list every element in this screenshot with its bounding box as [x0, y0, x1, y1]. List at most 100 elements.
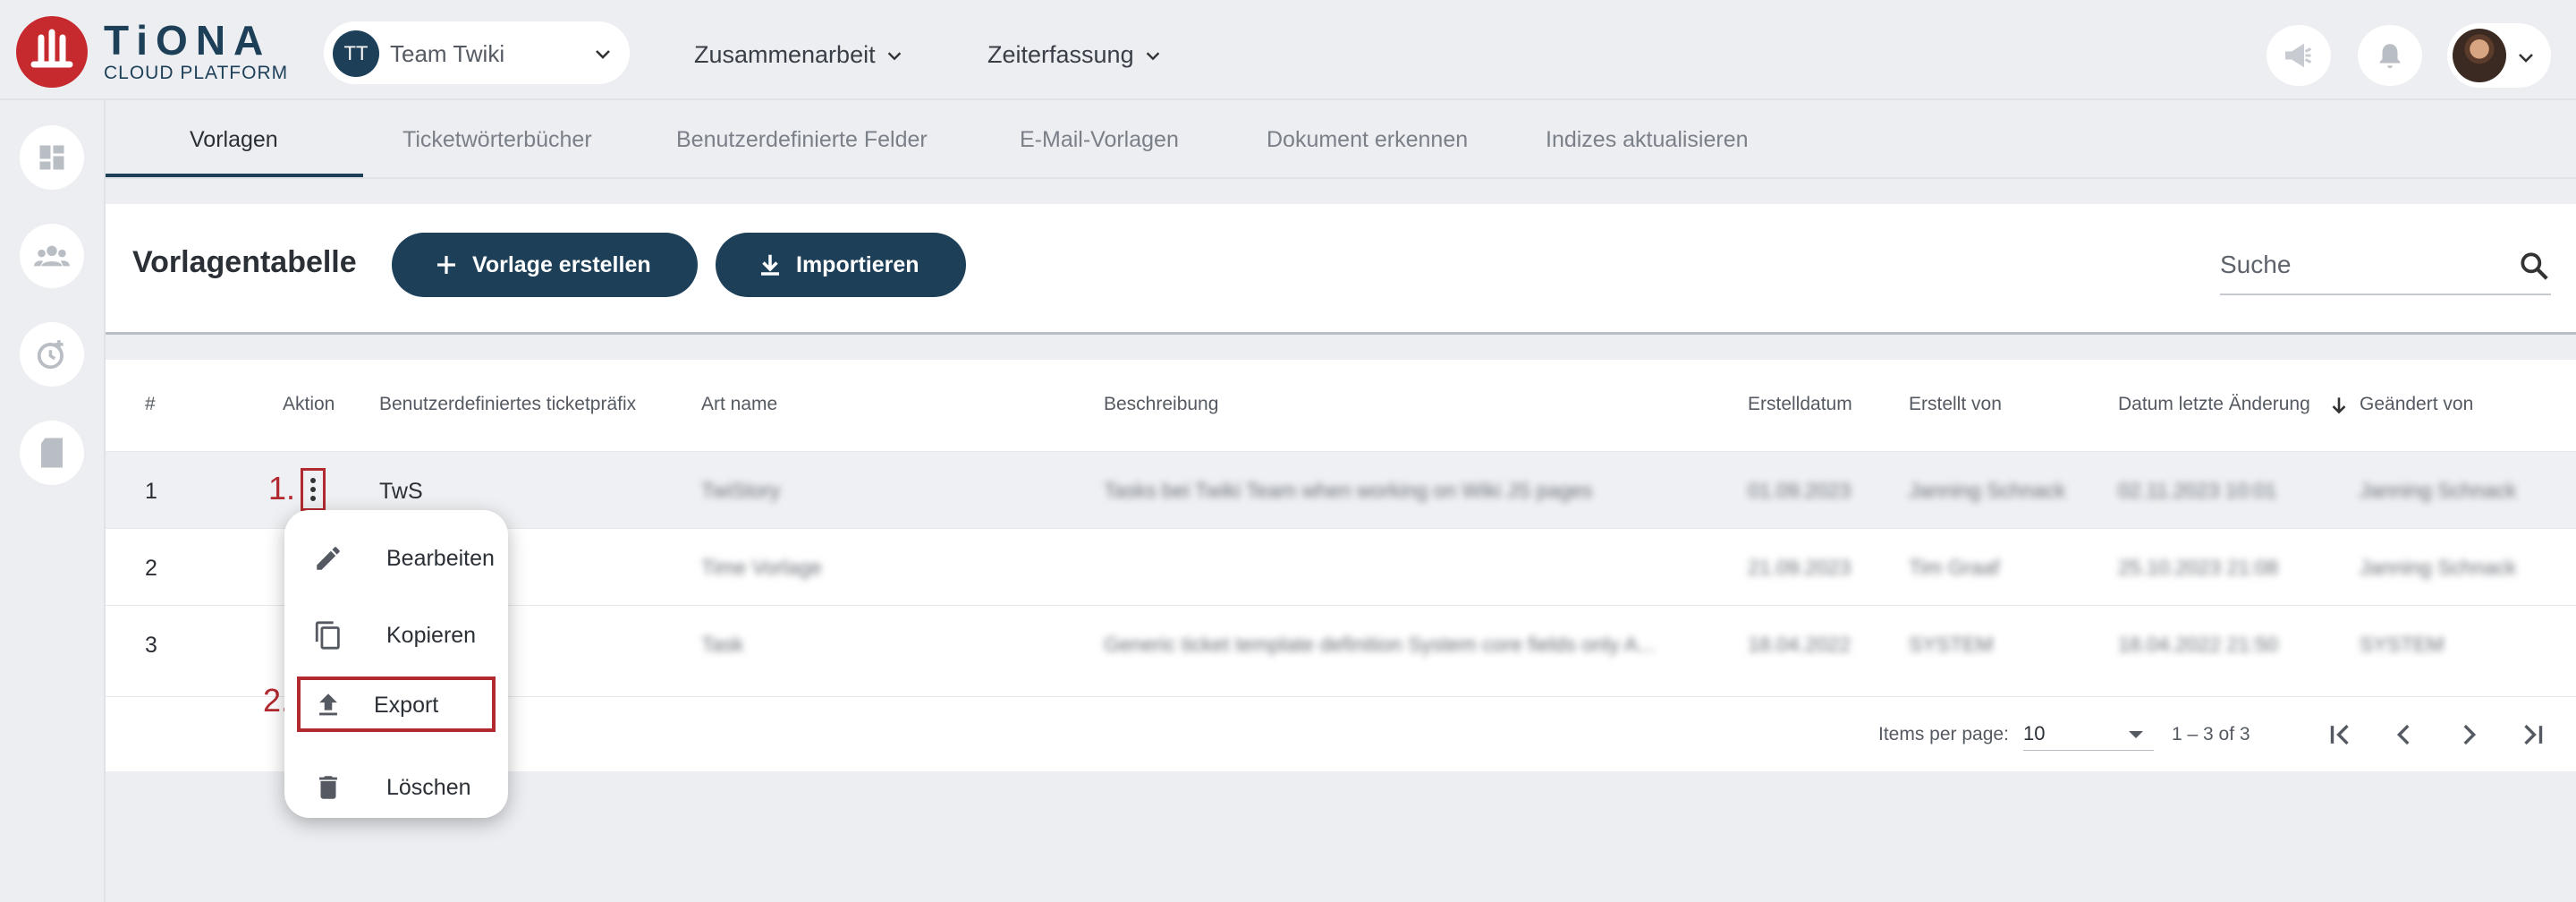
chevron-right-icon	[2463, 724, 2477, 745]
row-modified-date: 02.11.2023 10:01	[2118, 479, 2277, 502]
row-number: 2	[145, 556, 157, 581]
active-tab-indicator	[106, 174, 363, 177]
brand-name: TiONA	[104, 17, 272, 64]
tab-benutzerdefinierte-felder[interactable]: Benutzerdefinierte Felder	[676, 127, 928, 153]
search-input[interactable]	[2220, 251, 2488, 279]
sort-descending-icon[interactable]	[2327, 394, 2351, 417]
download-icon	[761, 254, 779, 276]
chevron-down-icon	[1146, 51, 1159, 60]
menu-item-label: Export	[374, 693, 439, 718]
column-header[interactable]: Beschreibung	[1104, 394, 1218, 415]
row-created-date: 21.09.2023	[1748, 556, 1852, 579]
row-modified-date: 18.04.2022 21:50	[2118, 633, 2279, 656]
rail-people-button[interactable]	[20, 224, 84, 288]
rail-dashboard-button[interactable]	[20, 125, 84, 190]
dropdown-arrow-icon	[2129, 731, 2143, 738]
document-icon	[41, 438, 63, 468]
chevron-down-icon	[596, 50, 610, 59]
last-page-icon	[2524, 724, 2543, 745]
nav-zeiterfassung[interactable]: Zeiterfassung	[987, 41, 1163, 69]
top-header: TiONA CLOUD PLATFORM TT Team Twiki Zusam…	[0, 4, 2576, 100]
team-avatar: TT	[333, 30, 379, 77]
search-box	[2220, 243, 2551, 295]
column-header[interactable]: Geändert von	[2360, 394, 2473, 415]
search-icon[interactable]	[2517, 249, 2551, 283]
notifications-button[interactable]	[2358, 25, 2422, 86]
column-header[interactable]: Datum letzte Änderung	[2118, 394, 2310, 415]
nav-label: Zeiterfassung	[987, 41, 1134, 68]
announcements-button[interactable]	[2267, 25, 2331, 86]
previous-page-button[interactable]	[2385, 715, 2424, 754]
menu-item-label: Löschen	[386, 775, 471, 800]
items-per-page-value: 10	[2023, 722, 2046, 745]
column-header[interactable]: Erstellt von	[1909, 394, 2002, 415]
items-per-page-select[interactable]: 10	[2023, 717, 2154, 751]
row-created-by: SYSTEM	[1909, 633, 1994, 656]
menu-item-delete[interactable]: Löschen	[297, 759, 496, 814]
plus-icon	[437, 256, 455, 274]
row-description: Generic ticket template definition Syste…	[1104, 633, 1656, 656]
pencil-icon	[317, 547, 340, 570]
column-header[interactable]: Benutzerdefiniertes ticketpräfix	[379, 394, 636, 415]
user-avatar	[2453, 29, 2506, 82]
team-selector[interactable]: TT Team Twiki	[324, 21, 630, 84]
more-vertical-icon	[310, 478, 316, 483]
row-number: 3	[145, 633, 157, 658]
column-header: #	[145, 394, 156, 414]
more-vertical-icon	[310, 487, 316, 492]
row-created-by: Tim Graaf	[1909, 556, 2000, 579]
timer-icon	[37, 340, 64, 370]
nav-zusammenarbeit[interactable]: Zusammenarbeit	[694, 41, 904, 69]
create-template-button[interactable]: Vorlage erstellen	[392, 233, 698, 297]
row-art-name: Time Vorlage	[701, 556, 822, 579]
row-modified-date: 25.10.2023 21:08	[2118, 556, 2279, 579]
annotation-step-1: 1.	[268, 470, 296, 506]
copy-icon	[315, 621, 340, 650]
table-toolbar: Vorlagentabelle Vorlage erstellen Import…	[106, 204, 2576, 335]
left-rail	[0, 100, 106, 902]
tiona-logo-icon[interactable]	[16, 16, 88, 88]
column-header: Aktion	[283, 394, 335, 414]
tab-indizes-aktualisieren[interactable]: Indizes aktualisieren	[1546, 127, 1749, 153]
row-created-by: Janning Schnack	[1909, 479, 2066, 502]
chevron-left-icon	[2396, 724, 2410, 745]
import-label: Importieren	[796, 251, 919, 277]
menu-item-edit[interactable]: Bearbeiten	[297, 530, 496, 585]
menu-item-label: Bearbeiten	[386, 546, 495, 571]
rail-document-button[interactable]	[20, 421, 84, 485]
row-prefix: TwS	[379, 479, 423, 504]
row-modified-by: Janning Schnack	[2360, 479, 2517, 502]
tab-ticketwoerterbuecher[interactable]: Ticketwörterbücher	[402, 127, 592, 153]
user-menu[interactable]	[2447, 23, 2551, 88]
rail-timer-button[interactable]	[20, 322, 84, 387]
next-page-button[interactable]	[2449, 715, 2488, 754]
column-header[interactable]: Erstelldatum	[1748, 394, 1852, 415]
row-art-name: Task	[701, 633, 744, 656]
menu-item-export[interactable]: Export	[297, 676, 496, 732]
column-header[interactable]: Art name	[701, 394, 777, 415]
row-context-menu: Bearbeiten Kopieren Export Löschen	[284, 510, 508, 818]
last-page-button[interactable]	[2513, 715, 2553, 754]
row-created-date: 18.04.2022	[1748, 633, 1852, 656]
upload-icon	[319, 694, 337, 716]
first-page-button[interactable]	[2320, 715, 2360, 754]
tab-bar: Vorlagen Ticketwörterbücher Benutzerdefi…	[106, 100, 2576, 179]
import-button[interactable]: Importieren	[716, 233, 966, 297]
menu-item-label: Kopieren	[386, 623, 477, 648]
first-page-icon	[2330, 724, 2349, 745]
page-title: Vorlagentabelle	[132, 245, 357, 279]
row-action-menu-button[interactable]	[301, 468, 326, 511]
brand-subtitle: CLOUD PLATFORM	[104, 63, 289, 83]
more-vertical-icon	[310, 496, 316, 501]
row-modified-by: SYSTEM	[2360, 633, 2445, 656]
tab-dokument-erkennen[interactable]: Dokument erkennen	[1267, 127, 1468, 153]
tab-email-vorlagen[interactable]: E-Mail-Vorlagen	[1020, 127, 1179, 153]
row-created-date: 01.09.2023	[1748, 479, 1852, 502]
trash-icon	[319, 776, 337, 799]
tab-vorlagen[interactable]: Vorlagen	[190, 127, 278, 153]
bell-icon	[2379, 44, 2401, 69]
chevron-down-icon	[887, 51, 901, 60]
team-name: Team Twiki	[390, 40, 505, 67]
row-art-name: TwiStory	[701, 479, 781, 502]
menu-item-copy[interactable]: Kopieren	[297, 607, 496, 662]
